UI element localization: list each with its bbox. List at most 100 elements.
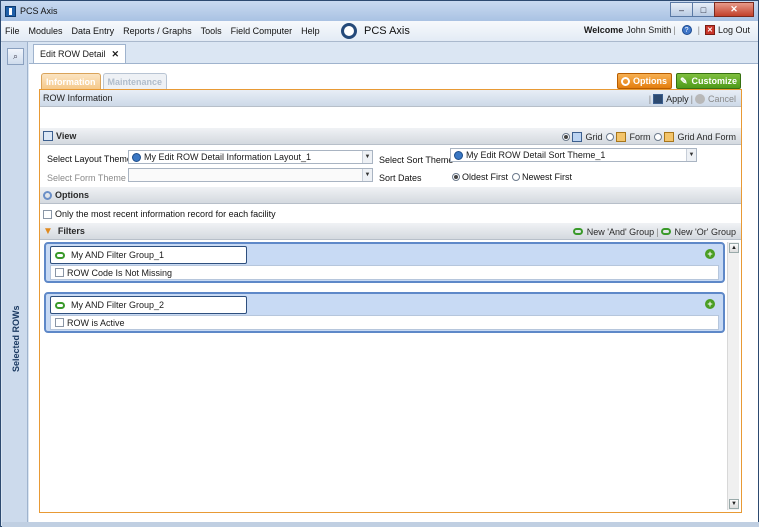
- filter-criterion-row[interactable]: ROW is Active: [50, 315, 719, 330]
- sort-theme-value: My Edit ROW Detail Sort Theme_1: [466, 150, 606, 160]
- menu-data-entry[interactable]: Data Entry: [72, 26, 115, 36]
- filter-group-name-field[interactable]: My AND Filter Group_1: [50, 246, 247, 264]
- main-content: Information Maintenance Options ✎ Custom…: [29, 64, 758, 522]
- view-grid-icon: [43, 131, 53, 141]
- and-group-icon: [55, 251, 65, 259]
- welcome-label: Welcome: [583, 25, 624, 35]
- filter-group: My AND Filter Group_2 + ROW is Active: [44, 292, 725, 333]
- window-title: PCS Axis: [20, 6, 58, 16]
- criterion-checkbox[interactable]: [55, 318, 64, 327]
- form-icon: [616, 131, 627, 142]
- help-icon[interactable]: ?: [681, 25, 692, 35]
- filter-criterion-row[interactable]: ROW Code Is Not Missing: [50, 265, 719, 280]
- save-icon: [653, 93, 664, 104]
- sort-dates-options: Oldest First Newest First: [448, 172, 572, 182]
- sort-theme-label: Select Sort Theme: [379, 155, 454, 165]
- gear-icon: [621, 76, 630, 86]
- layout-theme-select[interactable]: My Edit ROW Detail Information Layout_1 …: [128, 150, 373, 164]
- tab-edit-row-detail[interactable]: Edit ROW Detail ✕: [33, 44, 127, 63]
- options-section-header: Options: [40, 187, 741, 204]
- apply-button[interactable]: Apply: [666, 94, 689, 104]
- tab-maintenance[interactable]: Maintenance: [102, 73, 168, 89]
- document-tab-strip: Edit ROW Detail ✕: [29, 42, 758, 64]
- options-gear-icon: [43, 190, 52, 200]
- selected-rows-panel-toggle[interactable]: Selected ROWs: [11, 292, 21, 372]
- chevron-down-icon: ▼: [362, 151, 372, 163]
- sort-theme-select[interactable]: My Edit ROW Detail Sort Theme_1 ▼: [450, 148, 697, 162]
- and-group-icon: [55, 301, 65, 309]
- filters-title: Filters: [57, 226, 85, 236]
- scroll-up-icon[interactable]: ▲: [729, 243, 739, 253]
- oldest-first-label: Oldest First: [462, 172, 509, 182]
- or-group-icon: [660, 228, 671, 235]
- menu-help[interactable]: Help: [301, 26, 320, 36]
- new-or-group-button[interactable]: New 'Or' Group: [675, 227, 736, 237]
- funnel-icon: ▼: [43, 225, 53, 237]
- app-icon: [5, 5, 16, 17]
- title-bar: PCS Axis – □ ✕: [1, 1, 758, 21]
- form-label: Form: [629, 131, 651, 142]
- menu-modules[interactable]: Modules: [29, 26, 63, 36]
- filter-group: My AND Filter Group_1 + ROW Code Is Not …: [44, 242, 725, 283]
- filter-groups-area: My AND Filter Group_1 + ROW Code Is Not …: [40, 242, 741, 512]
- new-and-group-button[interactable]: New 'And' Group: [587, 227, 654, 237]
- menu-file[interactable]: File: [5, 26, 20, 36]
- grid-and-form-icon: [664, 131, 675, 142]
- wrench-icon: ✎: [680, 75, 688, 86]
- options-label: Options: [633, 76, 667, 86]
- grid-icon: [572, 131, 583, 142]
- add-criteria-icon[interactable]: +: [705, 249, 715, 259]
- customize-button[interactable]: ✎ Customize: [676, 73, 741, 89]
- options-button[interactable]: Options: [617, 73, 672, 89]
- filter-group-name: My AND Filter Group_1: [71, 250, 165, 260]
- maximize-button[interactable]: □: [692, 2, 715, 17]
- oldest-first-radio[interactable]: [452, 173, 460, 181]
- criterion-checkbox[interactable]: [55, 268, 64, 277]
- globe-icon: [132, 152, 141, 162]
- form-theme-select[interactable]: ▼: [128, 168, 373, 182]
- close-button[interactable]: ✕: [714, 2, 754, 17]
- status-bar: [2, 522, 759, 527]
- sidebar: ⌕ Selected ROWs: [2, 42, 28, 522]
- inner-tabs: Information Maintenance: [41, 73, 169, 89]
- layout-theme-value: My Edit ROW Detail Information Layout_1: [144, 152, 312, 162]
- row-information-title: ROW Information: [43, 93, 113, 103]
- menu-field-computer[interactable]: Field Computer: [231, 26, 293, 36]
- cancel-button[interactable]: Cancel: [708, 94, 736, 104]
- recent-record-label: Only the most recent information record …: [55, 209, 276, 219]
- view-title: View: [56, 131, 77, 141]
- detail-frame: ROW Information | Apply | Cancel View Gr…: [39, 89, 742, 513]
- grid-label: Grid: [585, 131, 603, 142]
- options-section-title: Options: [55, 190, 89, 200]
- criterion-label: ROW Code Is Not Missing: [67, 267, 173, 278]
- view-section-header: View Grid Form Grid And Form: [40, 128, 741, 145]
- recent-record-checkbox[interactable]: [43, 209, 52, 219]
- close-tab-icon[interactable]: ✕: [112, 49, 120, 60]
- brand: PCS Axis: [341, 23, 410, 39]
- logout-icon[interactable]: ✕: [704, 25, 715, 35]
- menu-tools[interactable]: Tools: [201, 26, 222, 36]
- filter-group-name: My AND Filter Group_2: [71, 300, 165, 310]
- menu-reports-graphs[interactable]: Reports / Graphs: [123, 26, 192, 36]
- search-icon[interactable]: ⌕: [7, 48, 24, 65]
- filter-group-name-field[interactable]: My AND Filter Group_2: [50, 296, 247, 314]
- logout-link[interactable]: Log Out: [718, 25, 750, 35]
- minimize-button[interactable]: –: [670, 2, 693, 17]
- user-name: John Smith: [626, 25, 672, 35]
- grid-radio[interactable]: [562, 132, 571, 141]
- grid-and-form-label: Grid And Form: [677, 131, 736, 142]
- user-box: Welcome John Smith | ? | ✕ Log Out: [583, 25, 750, 35]
- filters-scrollbar[interactable]: ▲ ▼: [727, 242, 739, 510]
- newest-first-radio[interactable]: [512, 173, 521, 181]
- scroll-down-icon[interactable]: ▼: [729, 499, 739, 509]
- customize-label: Customize: [691, 76, 738, 86]
- add-criteria-icon[interactable]: +: [705, 299, 715, 309]
- row-information-header: ROW Information | Apply | Cancel: [40, 90, 741, 107]
- form-radio[interactable]: [606, 132, 615, 141]
- criterion-label: ROW is Active: [67, 317, 125, 328]
- grid-and-form-radio[interactable]: [654, 132, 663, 141]
- filters-section-header: ▼ Filters New 'And' Group | New 'Or' Gro…: [40, 223, 741, 240]
- tab-information[interactable]: Information: [41, 73, 101, 89]
- cancel-icon: [694, 93, 705, 104]
- layout-theme-label: Select Layout Theme: [47, 154, 132, 164]
